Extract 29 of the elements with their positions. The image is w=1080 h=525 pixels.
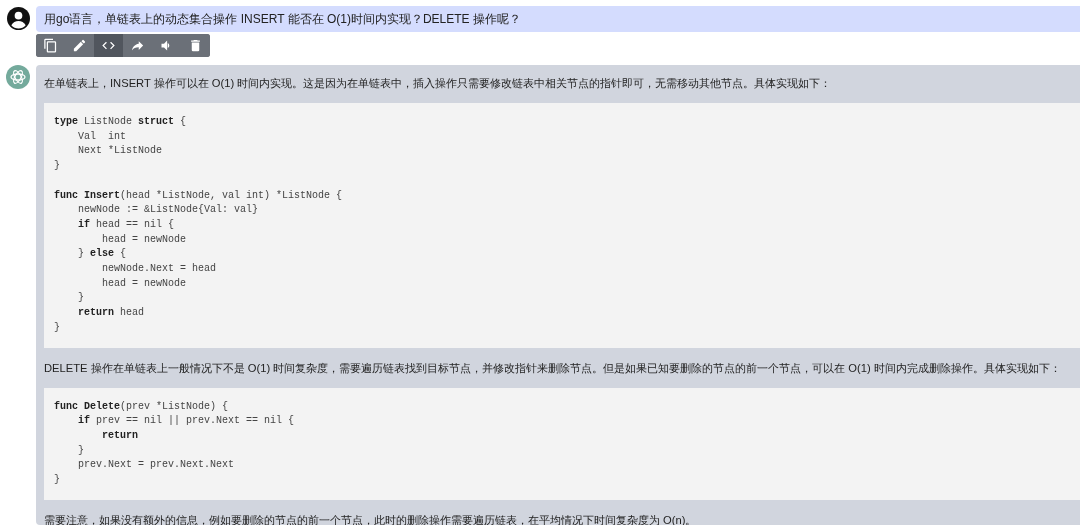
user-avatar-icon <box>6 7 30 30</box>
copy-icon <box>43 38 58 53</box>
code-line: newNode.Next = head <box>101 262 217 276</box>
code-line: prev.Next = prev.Next.Next <box>77 458 235 473</box>
code-line: Val int <box>77 129 126 144</box>
code-line: } <box>54 473 60 488</box>
code-line: head = newNode <box>101 276 187 291</box>
code-line: } <box>54 320 60 335</box>
user-message: 用go语言，单链表上的动态集合操作 INSERT 能否在 O(1)时间内实现？DELETE 操作呢？ <box>36 6 1080 32</box>
code-line: } else { <box>77 247 127 262</box>
code-line: func Insert(head *ListNode, val int) *ListNode { <box>54 188 343 203</box>
answer-paragraph: 在单链表上，INSERT 操作可以在 O(1) 时间内实现。这是因为在单链表中，插入操作只需要修改链表中相关节点的指针即可，无需移动其他节点。具体实现如下： <box>43 76 832 91</box>
code-line: if prev == nil || prev.Next == nil { <box>77 414 295 429</box>
code-line: head = newNode <box>101 232 187 247</box>
code-line: } <box>77 291 84 306</box>
code-line: Next *ListNode <box>77 144 163 159</box>
trash-icon <box>188 38 203 53</box>
assistant-logo-icon <box>6 65 30 89</box>
code-line: } <box>77 443 84 458</box>
code-line: return <box>101 428 139 443</box>
code-line: } <box>54 159 60 174</box>
pencil-icon <box>72 38 87 53</box>
code-button[interactable] <box>94 34 123 57</box>
code-line: if head == nil { <box>77 217 175 232</box>
answer-paragraph: DELETE 操作在单链表上一般情况下不是 O(1) 时间复杂度，需要遍历链表找到目标节点，并修改指针来删除节点。但是如果已知要删除的节点的前一个节点，可以在 O(1) 时间内完成删除操作。具体实现如下： <box>43 360 1061 376</box>
code-line: return head <box>77 306 145 321</box>
code-line: type ListNode struct { <box>54 115 187 129</box>
code-line: newNode := &ListNode{Val: val} <box>77 203 259 218</box>
code-line: func Delete(prev *ListNode) { <box>54 399 229 414</box>
